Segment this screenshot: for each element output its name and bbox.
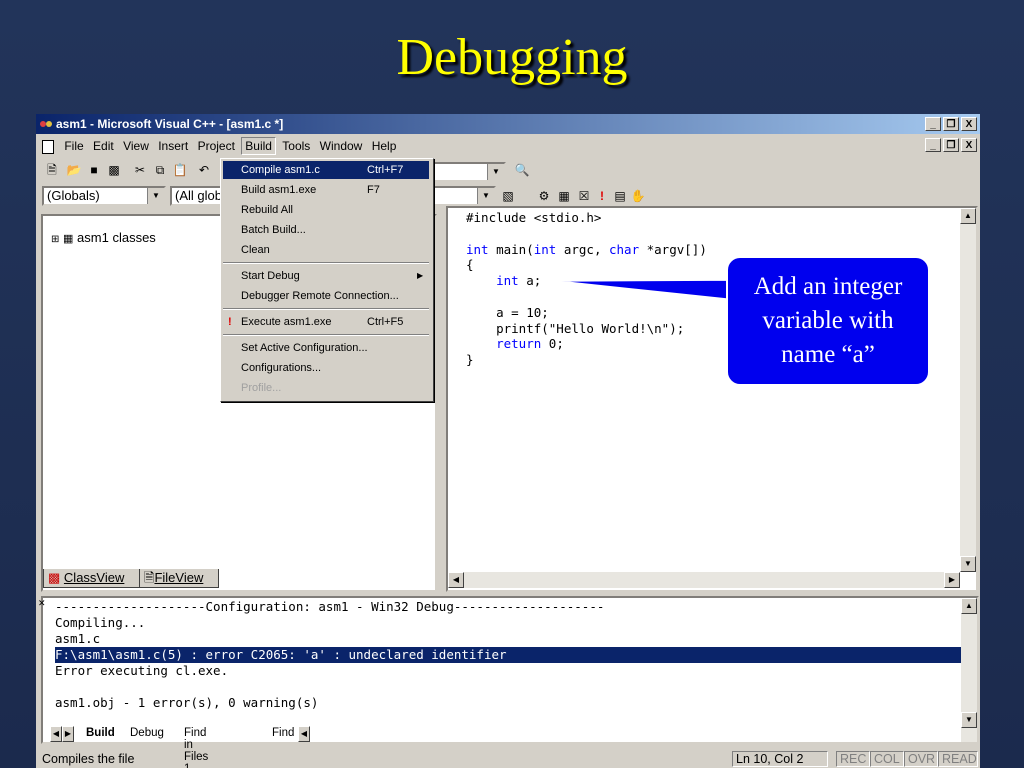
- callout-line: variable with: [762, 307, 894, 334]
- callout-line: name “a”: [781, 341, 875, 368]
- callout-line: Add an integer: [753, 273, 903, 300]
- annotation-callout: Add an integer variable with name “a”: [726, 256, 930, 386]
